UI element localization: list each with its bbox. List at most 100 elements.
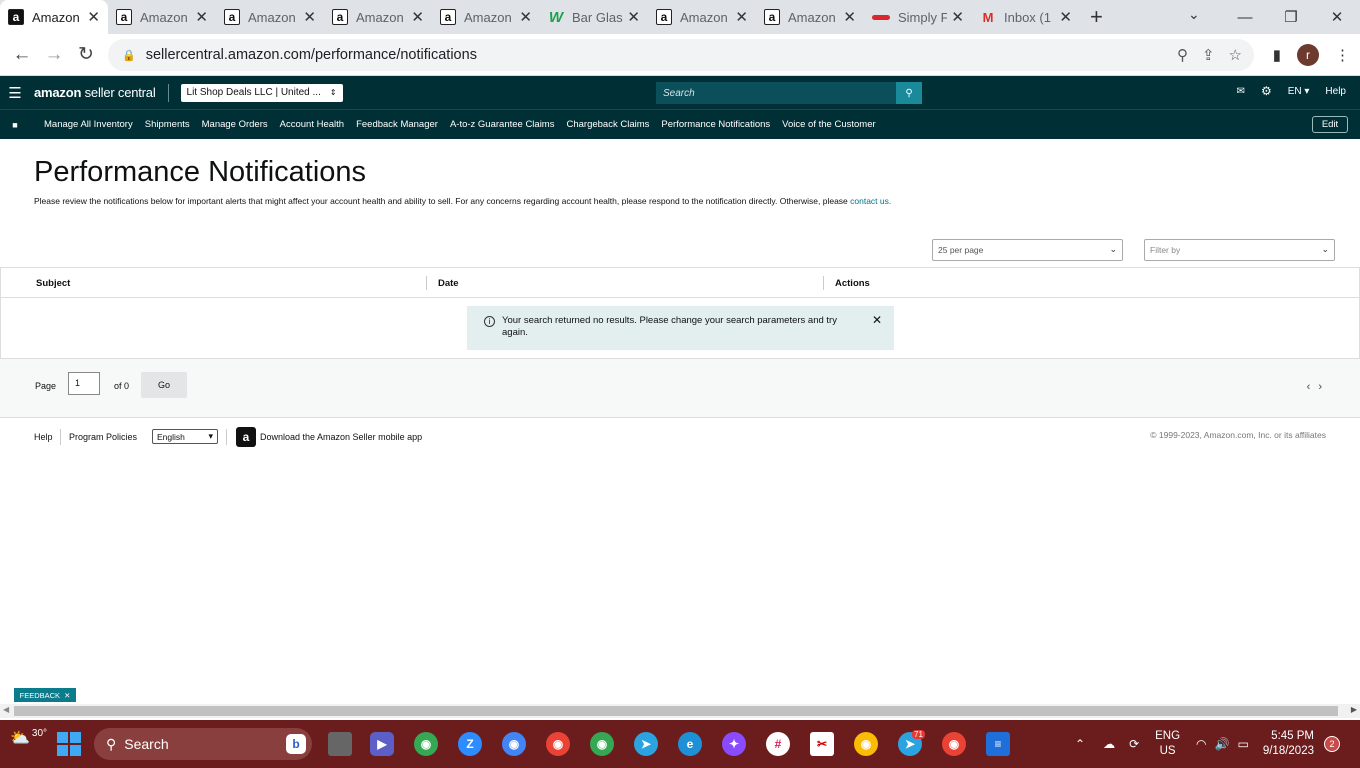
scrollbar-thumb[interactable] — [14, 706, 1338, 716]
close-icon[interactable]: ✕ — [64, 691, 70, 700]
battery-icon[interactable]: ▭ — [1237, 737, 1248, 751]
bing-icon[interactable]: b — [286, 734, 306, 754]
chrome-icon[interactable]: ◉ — [546, 732, 570, 756]
onedrive-icon[interactable]: ☁ — [1103, 737, 1115, 751]
address-bar[interactable]: 🔒 sellercentral.amazon.com/performance/n… — [108, 39, 1254, 71]
gear-icon[interactable]: ⚙ — [1261, 84, 1272, 98]
profile-avatar[interactable]: r — [1297, 44, 1319, 66]
task-view-icon[interactable] — [328, 732, 352, 756]
contact-us-link[interactable]: contact us. — [850, 196, 891, 206]
column-subject[interactable]: Subject — [36, 278, 70, 289]
menu-kebab-icon[interactable]: ⋮ — [1335, 46, 1350, 64]
sync-icon[interactable]: ⟳ — [1129, 737, 1139, 751]
wifi-icon[interactable]: ◠ — [1196, 737, 1206, 751]
chrome-icon[interactable]: ◉ — [854, 732, 878, 756]
browser-tab[interactable]: a Amazon ✕ — [648, 0, 756, 34]
close-tab-icon[interactable]: ✕ — [1059, 8, 1072, 26]
browser-tab[interactable]: a Amazon ✕ — [324, 0, 432, 34]
scroll-left-icon[interactable]: ◀ — [3, 705, 9, 714]
windows-start-icon[interactable] — [57, 732, 81, 756]
footer-help-link[interactable]: Help — [34, 432, 53, 442]
close-window-icon[interactable]: ✕ — [1314, 8, 1360, 26]
notepad-icon[interactable]: ≡ — [986, 732, 1010, 756]
scroll-right-icon[interactable]: ▶ — [1351, 705, 1357, 714]
close-tab-icon[interactable]: ✕ — [519, 8, 532, 26]
nav-feedback-manager[interactable]: Feedback Manager — [356, 119, 438, 130]
close-tab-icon[interactable]: ✕ — [87, 8, 100, 26]
browser-tab[interactable]: a Amazon ✕ — [216, 0, 324, 34]
help-link[interactable]: Help — [1325, 86, 1346, 97]
per-page-select[interactable]: 25 per page ⌄ — [932, 239, 1123, 261]
chevron-right-icon[interactable]: › — [1318, 381, 1330, 393]
browser-tab[interactable]: a Amazon ✕ — [0, 0, 108, 34]
browser-tab[interactable]: a Amazon ✕ — [432, 0, 540, 34]
close-tab-icon[interactable]: ✕ — [627, 8, 640, 26]
search-input[interactable]: Search — [656, 82, 896, 104]
zoom-app-icon[interactable]: Z — [458, 732, 482, 756]
nav-performance-notifications[interactable]: Performance Notifications — [661, 119, 770, 130]
chevron-up-icon[interactable]: ⌃ — [1075, 737, 1085, 751]
share-icon[interactable]: ⇪ — [1202, 46, 1215, 64]
search-icon[interactable]: ⚲ — [896, 82, 922, 104]
footer-program-policies-link[interactable]: Program Policies — [69, 432, 137, 442]
volume-icon[interactable]: 🔊 — [1215, 737, 1230, 751]
minimize-icon[interactable]: — — [1222, 9, 1268, 26]
language-select[interactable]: English ▾ — [152, 429, 218, 444]
close-tab-icon[interactable]: ✕ — [735, 8, 748, 26]
close-tab-icon[interactable]: ✕ — [843, 8, 856, 26]
column-date[interactable]: Date — [438, 278, 459, 289]
close-tab-icon[interactable]: ✕ — [951, 8, 964, 26]
close-icon[interactable]: ✕ — [872, 314, 882, 326]
chrome-icon[interactable]: ◉ — [590, 732, 614, 756]
teams-icon[interactable]: ▶ — [370, 732, 394, 756]
filter-select[interactable]: Filter by ⌄ — [1144, 239, 1335, 261]
chrome-icon[interactable]: ◉ — [414, 732, 438, 756]
zoom-icon[interactable]: ⚲ — [1177, 46, 1188, 64]
hamburger-menu-icon[interactable]: ☰ — [0, 84, 30, 102]
bookmark-star-icon[interactable]: ☆ — [1229, 46, 1242, 64]
page-number-input[interactable]: 1 — [68, 372, 100, 395]
edge-icon[interactable]: e — [678, 732, 702, 756]
go-button[interactable]: Go — [141, 372, 187, 398]
telegram-icon[interactable]: ➤ — [634, 732, 658, 756]
messenger-icon[interactable]: ✦ — [722, 732, 746, 756]
close-tab-icon[interactable]: ✕ — [303, 8, 316, 26]
browser-tab[interactable]: M Inbox (1 ✕ — [972, 0, 1080, 34]
side-panel-icon[interactable]: ▮ — [1273, 46, 1281, 64]
horizontal-scrollbar[interactable]: ◀ ▶ — [0, 704, 1360, 718]
close-tab-icon[interactable]: ✕ — [411, 8, 424, 26]
input-language[interactable]: ENG US — [1155, 729, 1180, 759]
chrome-icon[interactable]: ◉ — [502, 732, 526, 756]
browser-tab[interactable]: Simply F ✕ — [864, 0, 972, 34]
taskbar-search[interactable]: ⚲ Search b — [94, 728, 312, 760]
nav-shipments[interactable]: Shipments — [145, 119, 190, 130]
nav-manage-all-inventory[interactable]: Manage All Inventory — [44, 119, 133, 130]
nav-manage-orders[interactable]: Manage Orders — [202, 119, 268, 130]
reload-icon[interactable]: ↻ — [70, 43, 102, 66]
close-tab-icon[interactable]: ✕ — [195, 8, 208, 26]
nav-a-to-z-claims[interactable]: A-to-z Guarantee Claims — [450, 119, 555, 130]
browser-tab[interactable]: a Amazon ✕ — [756, 0, 864, 34]
notification-badge[interactable]: 2 — [1324, 736, 1340, 752]
clock[interactable]: 5:45 PM 9/18/2023 — [1263, 729, 1314, 759]
forward-icon[interactable]: → — [38, 44, 70, 66]
browser-tab[interactable]: W Bar Glas ✕ — [540, 0, 648, 34]
mail-icon[interactable]: ✉ — [1237, 86, 1245, 97]
nav-voice-of-customer[interactable]: Voice of the Customer — [782, 119, 875, 130]
download-app-link[interactable]: Download the Amazon Seller mobile app — [260, 432, 422, 442]
language-menu[interactable]: EN ▾ — [1288, 86, 1310, 97]
chevron-left-icon[interactable]: ‹ — [1307, 381, 1319, 393]
restore-icon[interactable]: ❐ — [1268, 8, 1314, 26]
nav-account-health[interactable]: Account Health — [280, 119, 344, 130]
slack-icon[interactable]: # — [766, 732, 790, 756]
snipping-tool-icon[interactable]: ✂ — [810, 732, 834, 756]
edit-nav-button[interactable]: Edit — [1312, 116, 1348, 133]
weather-widget[interactable]: ⛅ 30° — [10, 728, 47, 748]
bookmark-icon[interactable]: ■ — [0, 120, 30, 130]
back-icon[interactable]: ← — [6, 44, 38, 66]
store-selector[interactable]: Lit Shop Deals LLC | United ... ⇕ — [180, 83, 343, 102]
browser-tab[interactable]: a Amazon ✕ — [108, 0, 216, 34]
feedback-button[interactable]: FEEDBACK ✕ — [14, 688, 76, 702]
chrome-icon[interactable]: ◉ — [942, 732, 966, 756]
seller-central-logo[interactable]: amazon seller central — [34, 85, 156, 100]
